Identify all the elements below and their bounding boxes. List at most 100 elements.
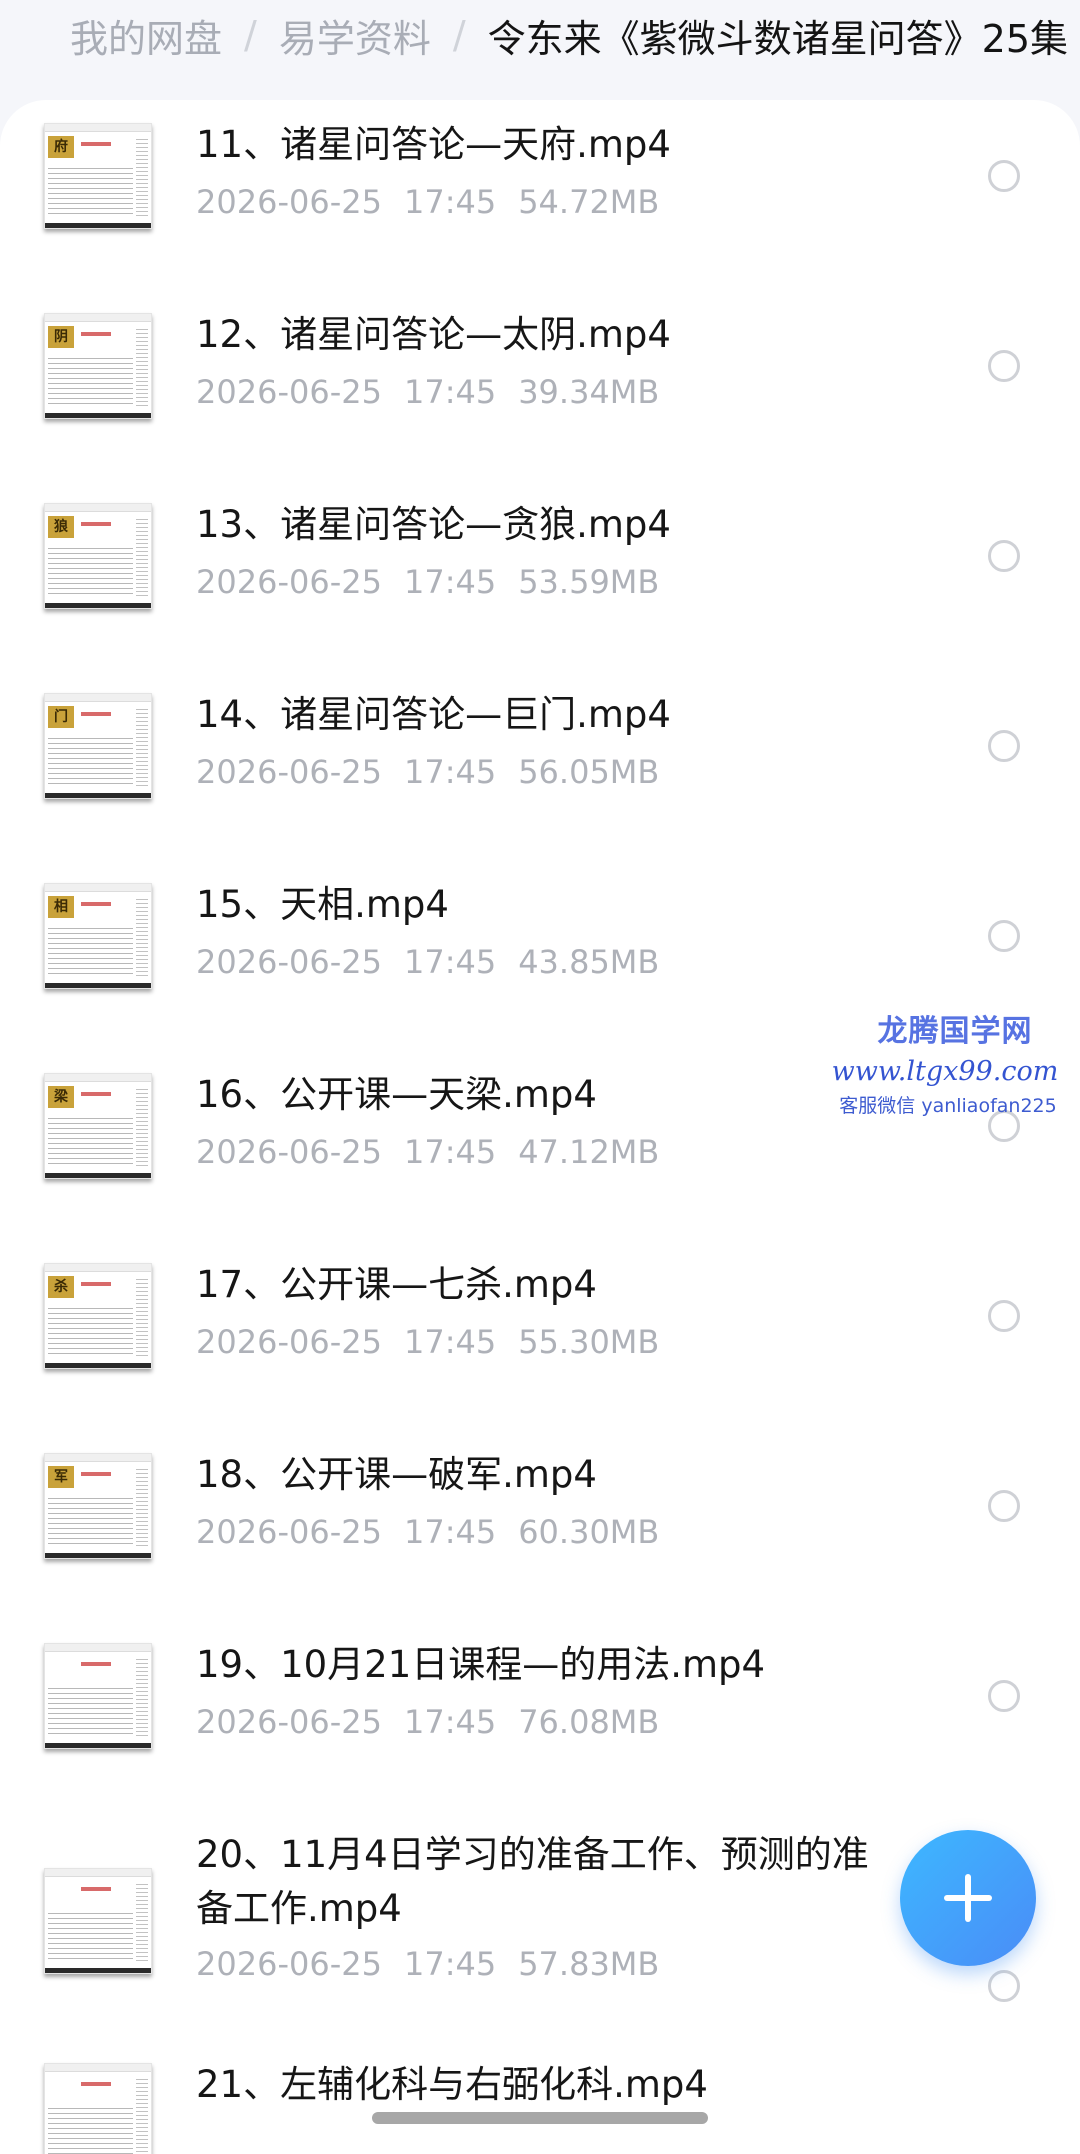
breadcrumb-separator: / [244,13,257,57]
file-size: 47.12MB [518,1133,660,1171]
file-date: 2026-06-25 [196,753,382,791]
video-thumbnail: 狼 [44,503,152,609]
file-name: 11、诸星问答论—天府.mp4 [196,123,671,166]
select-radio[interactable] [988,540,1020,572]
video-thumbnail: 梁 [44,1073,152,1179]
video-thumbnail: 门 [44,693,152,799]
file-date: 2026-06-25 [196,1703,382,1741]
file-size: 57.83MB [518,1945,660,1983]
file-row[interactable]: 21、左辅化科与右弼化科.mp4 [0,2040,1080,2154]
watermark-title: 龙腾国学网 [877,1014,1033,1049]
file-time: 17:45 [403,1133,497,1171]
file-date: 2026-06-25 [196,943,382,981]
file-date: 2026-06-25 [196,563,382,601]
file-size: 54.72MB [518,183,660,221]
file-meta: 2026-06-25 17:45 54.72MB [196,180,681,224]
file-meta: 2026-06-25 17:45 43.85MB [196,940,681,984]
file-time: 17:45 [403,943,497,981]
file-row[interactable]: 19、10月21日课程—的用法.mp4 2026-06-25 17:45 76.08M… [0,1620,1080,1810]
file-name: 21、左辅化科与右弼化科.mp4 [196,2063,708,2106]
thumbnail-seal: 门 [48,706,74,728]
select-radio[interactable] [988,1490,1020,1522]
file-name: 16、公开课—天梁.mp4 [196,1073,597,1116]
video-thumbnail [44,2063,152,2154]
file-meta: 2026-06-25 17:45 76.08MB [196,1700,681,1744]
breadcrumb-parent[interactable]: 易学资料 [279,8,431,63]
file-size: 60.30MB [518,1513,660,1551]
file-meta: 2026-06-25 17:45 53.59MB [196,560,681,604]
file-row[interactable]: 府 11、诸星问答论—天府.mp4 2026-06-25 17:45 54.72MB [0,100,1080,290]
thumbnail-seal: 军 [48,1466,74,1488]
file-date: 2026-06-25 [196,1323,382,1361]
file-size: 56.05MB [518,753,660,791]
file-meta: 2026-06-25 17:45 47.12MB [196,1130,681,1174]
file-name: 20、11月4日学习的准备工作、预测的准备工作.mp4 [196,1833,869,1930]
file-time: 17:45 [403,1323,497,1361]
file-row[interactable]: 军 18、公开课—破军.mp4 2026-06-25 17:45 60.30MB [0,1430,1080,1620]
video-thumbnail: 相 [44,883,152,989]
select-radio[interactable] [988,730,1020,762]
file-time: 17:45 [403,1703,497,1741]
watermark-contact: 客服微信 yanliaofan225 [839,1095,1057,1117]
video-thumbnail [44,1868,152,1974]
file-size: 76.08MB [518,1703,660,1741]
file-name: 14、诸星问答论—巨门.mp4 [196,693,671,736]
select-radio[interactable] [988,1680,1020,1712]
file-list-panel: 府 11、诸星问答论—天府.mp4 2026-06-25 17:45 54.72MB 阴 1… [0,100,1080,2154]
file-size: 53.59MB [518,563,660,601]
file-meta: 2026-06-25 17:45 39.34MB [196,370,681,414]
file-name: 15、天相.mp4 [196,883,449,926]
file-date: 2026-06-25 [196,373,382,411]
video-thumbnail: 军 [44,1453,152,1559]
select-radio[interactable] [988,1970,1020,2002]
thumbnail-seal: 阴 [48,326,74,348]
home-indicator[interactable] [372,2112,708,2124]
breadcrumb-root[interactable]: 我的网盘 [70,8,222,63]
add-button[interactable] [900,1830,1036,1966]
file-size: 43.85MB [518,943,660,981]
thumbnail-seal: 狼 [48,516,74,538]
file-time: 17:45 [403,753,497,791]
select-radio[interactable] [988,350,1020,382]
file-date: 2026-06-25 [196,1513,382,1551]
watermark: 龙腾国学网 www.ltgx99.com 客服微信 yanliaofan225 [830,1012,1080,1120]
breadcrumb: 我的网盘 / 易学资料 / 令东来《紫微斗数诸星问答》25集 [0,0,1068,70]
file-size: 55.30MB [518,1323,660,1361]
video-thumbnail [44,1643,152,1749]
select-radio[interactable] [988,1300,1020,1332]
thumbnail-seal: 府 [48,136,74,158]
breadcrumb-current: 令东来《紫微斗数诸星问答》25集 [487,16,1069,61]
thumbnail-seal: 相 [48,896,74,918]
file-row[interactable]: 门 14、诸星问答论—巨门.mp4 2026-06-25 17:45 56.05MB [0,670,1080,860]
file-name: 19、10月21日课程—的用法.mp4 [196,1643,766,1686]
file-time: 17:45 [403,373,497,411]
file-name: 13、诸星问答论—贪狼.mp4 [196,503,671,546]
file-time: 17:45 [403,1513,497,1551]
select-radio[interactable] [988,160,1020,192]
video-thumbnail: 府 [44,123,152,229]
file-date: 2026-06-25 [196,1945,382,1983]
select-radio[interactable] [988,920,1020,952]
page: 我的网盘 / 易学资料 / 令东来《紫微斗数诸星问答》25集 府 11、诸星问答论… [0,0,1080,2154]
file-date: 2026-06-25 [196,1133,382,1171]
file-size: 39.34MB [518,373,660,411]
file-meta: 2026-06-25 17:45 55.30MB [196,1320,681,1364]
file-date: 2026-06-25 [196,183,382,221]
file-name: 17、公开课—七杀.mp4 [196,1263,597,1306]
file-row[interactable]: 狼 13、诸星问答论—贪狼.mp4 2026-06-25 17:45 53.59MB [0,480,1080,670]
file-name: 12、诸星问答论—太阴.mp4 [196,313,671,356]
file-time: 17:45 [403,563,497,601]
file-row[interactable]: 杀 17、公开课—七杀.mp4 2026-06-25 17:45 55.30MB [0,1240,1080,1430]
thumbnail-seal: 杀 [48,1276,74,1298]
file-meta: 2026-06-25 17:45 56.05MB [196,750,681,794]
thumbnail-seal: 梁 [48,1086,74,1108]
breadcrumb-separator: / [452,13,466,57]
watermark-url: www.ltgx99.com [831,1056,1059,1087]
video-thumbnail: 杀 [44,1263,152,1369]
file-time: 17:45 [403,183,497,221]
file-time: 17:45 [403,1945,497,1983]
file-row[interactable]: 阴 12、诸星问答论—太阴.mp4 2026-06-25 17:45 39.34MB [0,290,1080,480]
video-thumbnail: 阴 [44,313,152,419]
file-name: 18、公开课—破军.mp4 [196,1453,597,1496]
file-meta: 2026-06-25 17:45 60.30MB [196,1510,681,1554]
